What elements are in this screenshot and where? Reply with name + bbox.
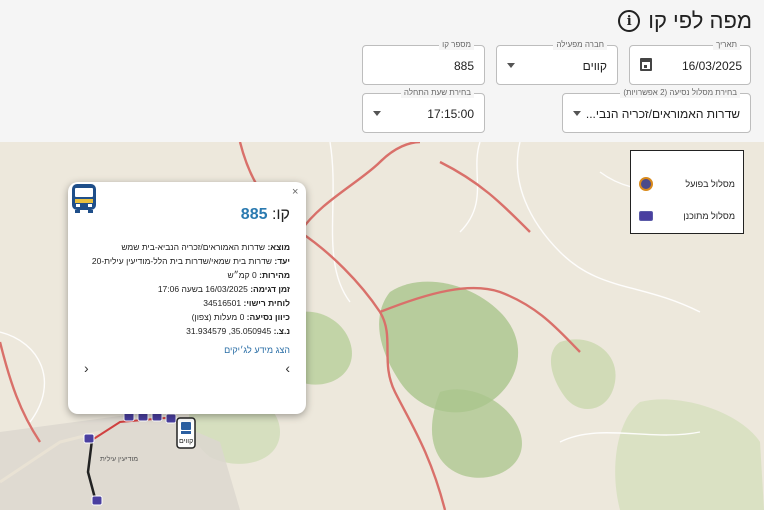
bus-icon	[639, 211, 653, 221]
header: מפה לפי קו i תאריך 16/03/2025 חברה מפעיל…	[0, 0, 764, 142]
legend-actual-label: מסלול בפועל	[685, 179, 735, 189]
speed-label: מהירות:	[259, 270, 290, 280]
operator-value: קווים	[582, 59, 607, 73]
popup-speed-row: מהירות: 0 קמ״ש	[92, 268, 290, 282]
bus-info-popup: × קו: 885 מוצא: שדרות האמוראים/זכריה הנב…	[68, 182, 306, 414]
coords-value: 35.050945, 31.934579	[186, 326, 272, 336]
title-wrap: מפה לפי קו i	[618, 8, 752, 34]
chevron-down-icon[interactable]	[507, 63, 515, 68]
legend-planned-label: מסלול מתוכנן	[683, 211, 735, 221]
destination-value: שדרות בית שמאי/שדרות בית הלל-מודיעין עיל…	[91, 256, 273, 266]
bus-icon	[72, 184, 96, 213]
origin-label: מוצא:	[267, 242, 290, 252]
date-label: תאריך	[712, 40, 740, 50]
route-select[interactable]: בחירת מסלול נסיעה (2 אפשרויות) שדרות האמ…	[562, 88, 751, 133]
operator-select[interactable]: חברה מפעילה קווים	[496, 40, 618, 85]
info-icon[interactable]: i	[618, 10, 641, 32]
start-time-label: בחירת שעת התחלה	[400, 88, 474, 98]
start-time-select[interactable]: בחירת שעת התחלה 17:15:00	[362, 88, 485, 133]
sample-time-value: 16/03/2025 בשעה 17:06	[157, 284, 248, 294]
popup-sample-time-row: זמן דגימה: 16/03/2025 בשעה 17:06	[92, 282, 290, 296]
start-time-value: 17:15:00	[427, 107, 474, 121]
popup-line-prefix: קו:	[271, 206, 290, 223]
popup-line-number: 885	[240, 206, 268, 223]
line-number-value: 885	[453, 59, 474, 73]
date-field[interactable]: תאריך 16/03/2025	[629, 40, 751, 85]
page-title: מפה לפי קו	[648, 8, 752, 33]
heading-value: 0 מעלות (צפון)	[191, 312, 245, 322]
route-label: בחירת מסלול נסיעה (2 אפשרויות)	[620, 88, 740, 98]
popup-origin-row: מוצא: שדרות האמוראים/זכריה הנביא-בית שמש	[92, 240, 290, 254]
popup-plate-row: לוחית רישוי: 34516501	[92, 296, 290, 310]
chevron-right-icon[interactable]: ›	[285, 360, 290, 376]
date-value: 16/03/2025	[681, 59, 742, 73]
calendar-icon[interactable]	[640, 58, 652, 71]
coords-label: נ.צ.:	[273, 326, 290, 336]
bus-marker-operator-label: קווים	[179, 438, 194, 445]
origin-value: שדרות האמוראים/זכריה הנביא-בית שמש	[121, 242, 266, 252]
town-label: מודיעין עילית	[100, 456, 139, 463]
plate-label: לוחית רישוי:	[243, 298, 290, 308]
line-number-input[interactable]: מספר קו 885	[362, 40, 485, 85]
legend-planned-row: מסלול מתוכנן	[639, 211, 735, 221]
close-icon[interactable]: ×	[292, 186, 298, 198]
popup-details: מוצא: שדרות האמוראים/זכריה הנביא-בית שמש…	[92, 240, 290, 338]
plate-value: 34516501	[203, 298, 242, 308]
popup-line-title: קו: 885	[241, 206, 290, 224]
map-legend: מסלול בפועל מסלול מתוכנן	[630, 150, 744, 234]
chevron-down-icon[interactable]	[573, 111, 581, 116]
sample-time-label: זמן דגימה:	[250, 284, 290, 294]
speed-value: 0 קמ״ש	[227, 270, 257, 280]
map[interactable]: קווים מודיעין עילית מסלול בפועל מסלול מת…	[0, 142, 764, 510]
popup-heading-row: כיוון נסיעה: 0 מעלות (צפון)	[92, 310, 290, 324]
destination-label: יעד:	[274, 256, 290, 266]
bus-stop-marker-icon	[639, 177, 653, 191]
line-number-label: מספר קו	[439, 40, 474, 50]
chevron-down-icon[interactable]	[373, 111, 381, 116]
popup-destination-row: יעד: שדרות בית שמאי/שדרות בית הלל-מודיעי…	[92, 254, 290, 268]
popup-coords-row: נ.צ.: 35.050945, 31.934579	[92, 324, 290, 338]
gtfs-info-link[interactable]: הצג מידע לג׳יקים	[224, 345, 290, 355]
heading-label: כיוון נסיעה:	[246, 312, 290, 322]
legend-actual-row: מסלול בפועל	[639, 177, 735, 191]
route-value: שדרות האמוראים/זכריה הנבי...	[585, 107, 740, 121]
chevron-left-icon[interactable]: ‹	[84, 360, 89, 376]
operator-label: חברה מפעילה	[553, 40, 607, 50]
